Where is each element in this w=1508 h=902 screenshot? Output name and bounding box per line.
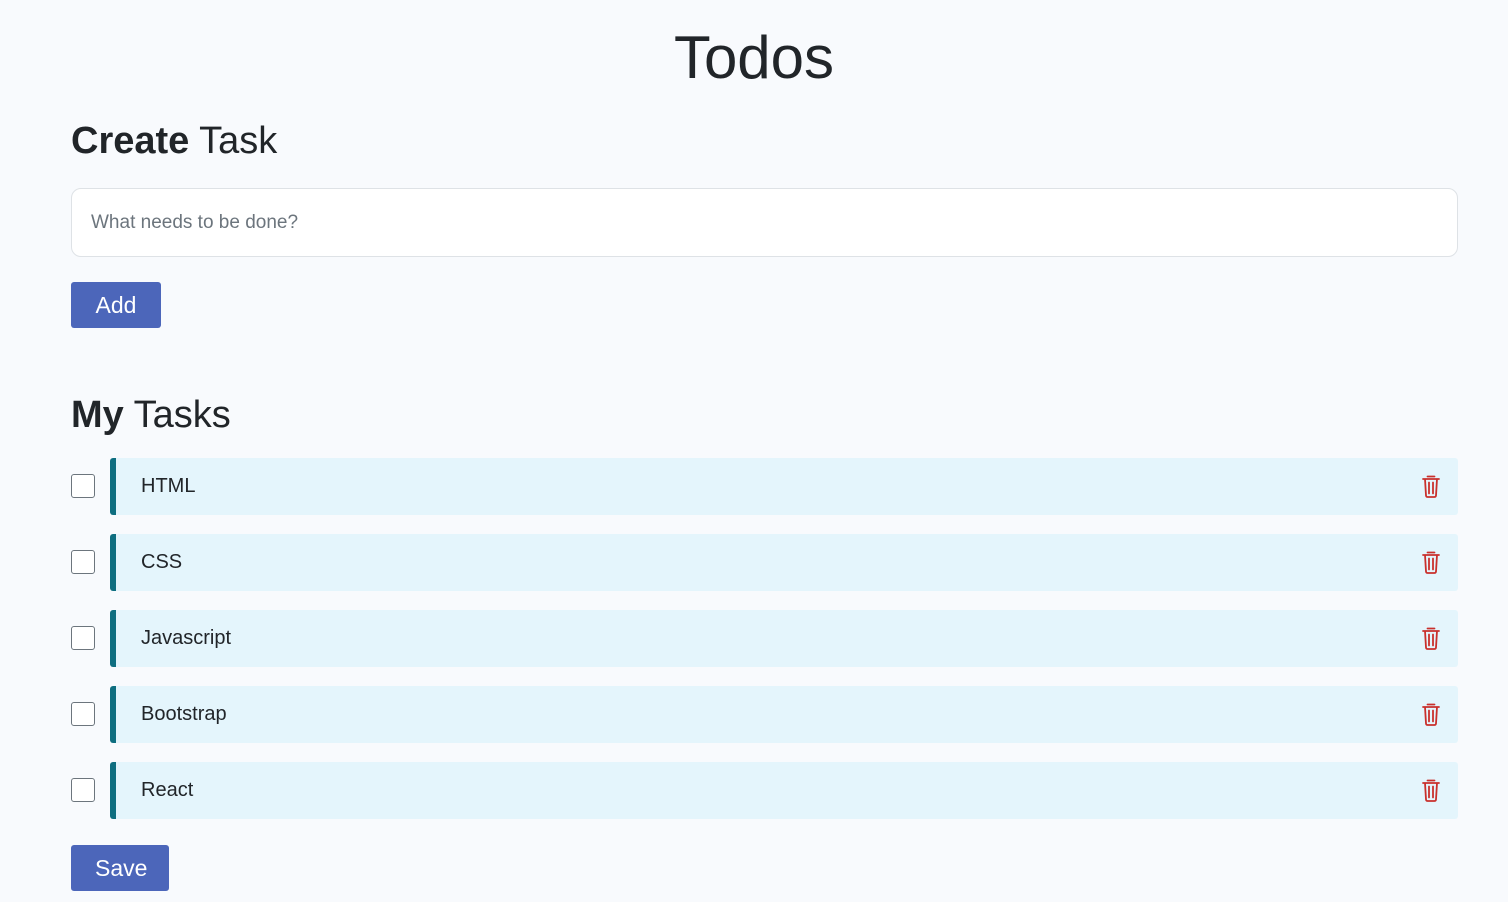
create-task-heading: Create Task <box>71 119 277 163</box>
task-row: HTML <box>71 458 1458 515</box>
delete-task-button[interactable] <box>1422 626 1440 650</box>
task-row: Javascript <box>71 610 1458 667</box>
trash-icon <box>1422 475 1440 498</box>
task-checkbox[interactable] <box>71 474 95 498</box>
task-row: React <box>71 762 1458 819</box>
task-card: HTML <box>110 458 1458 515</box>
create-task-heading-rest: Task <box>199 120 278 162</box>
task-label: React <box>141 779 194 801</box>
trash-icon <box>1422 703 1440 726</box>
task-checkbox[interactable] <box>71 550 95 574</box>
new-task-input[interactable] <box>71 188 1458 257</box>
task-row: CSS <box>71 534 1458 591</box>
trash-icon <box>1422 779 1440 802</box>
save-button[interactable]: Save <box>71 845 169 891</box>
task-card: CSS <box>110 534 1458 591</box>
my-tasks-heading-rest: Tasks <box>133 394 231 436</box>
delete-task-button[interactable] <box>1422 474 1440 498</box>
create-task-heading-strong: Create <box>71 120 190 162</box>
page-title: Todos <box>673 24 835 91</box>
task-label: Bootstrap <box>141 703 227 725</box>
task-card: Javascript <box>110 610 1458 667</box>
task-card: Bootstrap <box>110 686 1458 743</box>
task-list: HTML CSS Javascript Bootstrap React <box>71 458 1458 838</box>
my-tasks-heading: My Tasks <box>71 393 231 437</box>
task-label: CSS <box>141 551 183 573</box>
add-button[interactable]: Add <box>71 282 161 328</box>
task-label: HTML <box>141 475 196 497</box>
task-label: Javascript <box>141 627 232 649</box>
task-row: Bootstrap <box>71 686 1458 743</box>
task-card: React <box>110 762 1458 819</box>
my-tasks-heading-strong: My <box>71 394 124 436</box>
trash-icon <box>1422 627 1440 650</box>
task-checkbox[interactable] <box>71 702 95 726</box>
trash-icon <box>1422 551 1440 574</box>
task-checkbox[interactable] <box>71 626 95 650</box>
delete-task-button[interactable] <box>1422 550 1440 574</box>
task-checkbox[interactable] <box>71 778 95 802</box>
delete-task-button[interactable] <box>1422 702 1440 726</box>
delete-task-button[interactable] <box>1422 778 1440 802</box>
